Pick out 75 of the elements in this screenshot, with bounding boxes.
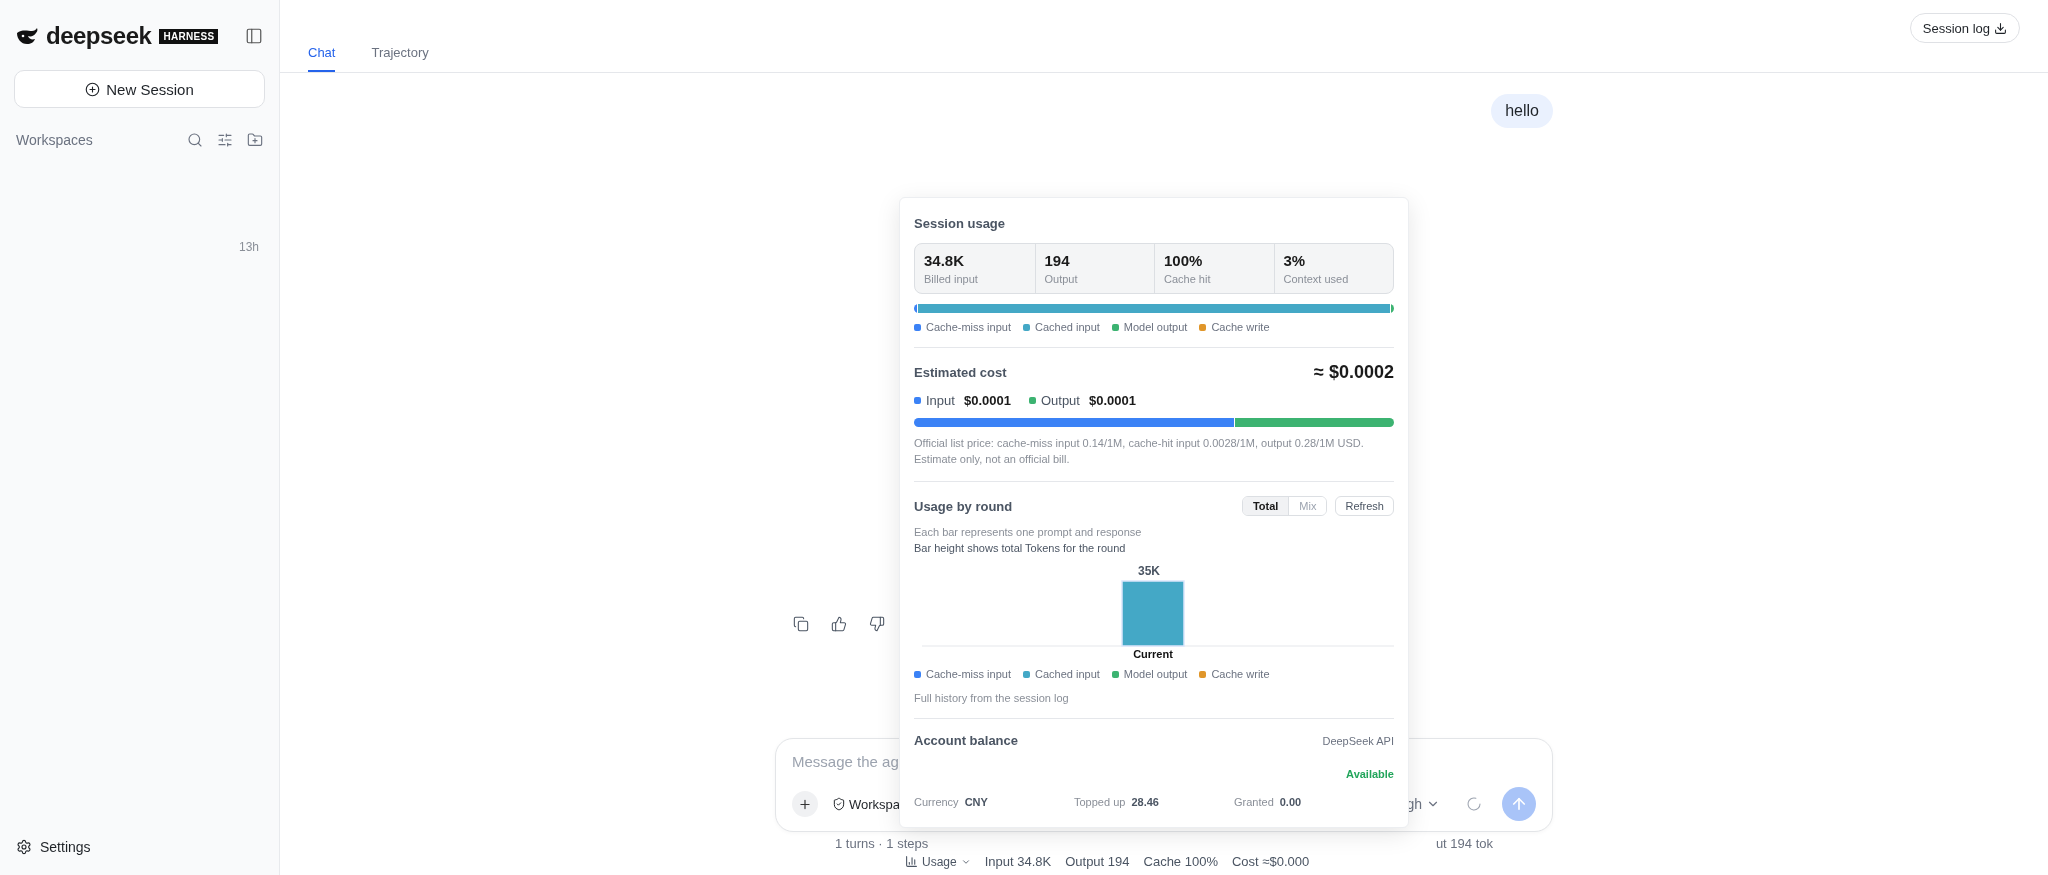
section-title: Account balance [914,733,1019,748]
cost-label: Output [1040,393,1080,408]
section-title: Session usage [914,216,1007,231]
stat-value: 34.8K [924,252,966,269]
legend-label: Model output [1123,668,1188,680]
stat-value: 100% [1164,252,1204,269]
legend-label: Cache write [1211,321,1270,333]
usage-stat: Output 194 [1065,854,1130,869]
thumbs-down-icon[interactable] [869,616,885,632]
settings-icon [16,839,32,855]
session-time: 13h [238,240,259,254]
legend-label: Cache-miss input [926,321,1011,333]
legend-label: Cache write [1211,668,1270,680]
stat-label: Cache hit [1164,273,1212,285]
chart-subtitle: Bar height shows total Tokens for the round [914,542,1127,554]
shield-icon [832,797,846,811]
provider-label: DeepSeek API [1322,734,1394,747]
usage-stat: Cost ≈$0.000 [1231,854,1310,869]
loading-spinner-icon [1466,796,1482,812]
price-note: Official list price: cache-miss input 0.14/1M, cache-hit input 0.0028/1M, output 0.28/1M USD. Estimate only, not an official bill. [914,436,1365,467]
copy-icon[interactable] [793,616,809,632]
legend-label: Cache-miss input [926,668,1011,680]
balance-value: 28.46 [1131,796,1159,808]
bar-value-label: 35K [1138,564,1160,578]
status-summary: 1 turns · 1 steps [835,836,929,852]
mode-toggle[interactable]: Total [1242,497,1289,515]
history-note: Full history from the session log [914,692,1070,704]
add-button[interactable] [792,791,818,817]
refresh-button[interactable]: Refresh [1335,496,1394,516]
chart-description: Each bar represents one prompt and response [914,526,1143,538]
balance-status: Available [1346,768,1394,780]
cost-value: $0.0001 [1088,393,1136,408]
bar-category-label: Current [1133,648,1173,660]
thumbs-up-icon[interactable] [831,616,847,632]
brand-name: deepseek [46,22,152,50]
status-output: ut 194 tok [1435,836,1493,852]
filter-icon[interactable] [217,132,233,148]
stat-value: 3% [1283,252,1307,269]
balance-value: 0.00 [1279,796,1302,808]
usage-button[interactable]: Usage [905,854,971,869]
usage-stat: Cache 100% [1143,854,1218,869]
stat-label: Billed input [924,273,979,285]
balance-value: CNY [964,796,988,808]
session-log-button[interactable]: Session log [1909,13,2020,43]
bar-chart-icon [905,855,918,868]
cost-label: Input [926,393,955,408]
section-title: Estimated cost [914,365,1007,380]
stat-label: Context used [1283,273,1350,285]
legend-label: Cached input [1035,321,1100,333]
balance-label: Currency [914,796,959,808]
section-title: Usage by round [914,498,1013,514]
download-icon [1994,21,2007,35]
search-icon[interactable] [187,132,203,148]
legend-label: Cached input [1035,668,1100,680]
settings-button[interactable]: Settings [14,835,265,859]
balance-label: Topped up [1074,796,1126,808]
composer-placeholder: Message the ag [792,753,899,770]
usage-stat: Input 34.8K [984,854,1052,869]
brand-badge: HARNESS [159,28,219,44]
cost-value: $0.0001 [963,393,1011,408]
sidebar-toggle-icon[interactable] [245,27,263,45]
new-session-button[interactable]: New Session [14,70,265,108]
workspace-button[interactable]: Workspa [830,796,903,812]
stat-label: Output [1044,273,1079,285]
workspaces-label: Workspaces [16,132,94,148]
tab[interactable]: Trajectory [371,45,429,72]
whale-logo-icon [16,27,38,45]
plus-circle-icon [85,81,101,97]
balance-label: Granted [1234,796,1274,808]
tab[interactable]: Chat [308,45,336,72]
user-message: hello [1491,94,1553,128]
new-folder-icon[interactable] [247,132,263,148]
stat-value: 194 [1044,252,1071,269]
estimated-total: ≈ $0.0002 [1314,362,1394,383]
legend-label: Model output [1123,321,1188,333]
